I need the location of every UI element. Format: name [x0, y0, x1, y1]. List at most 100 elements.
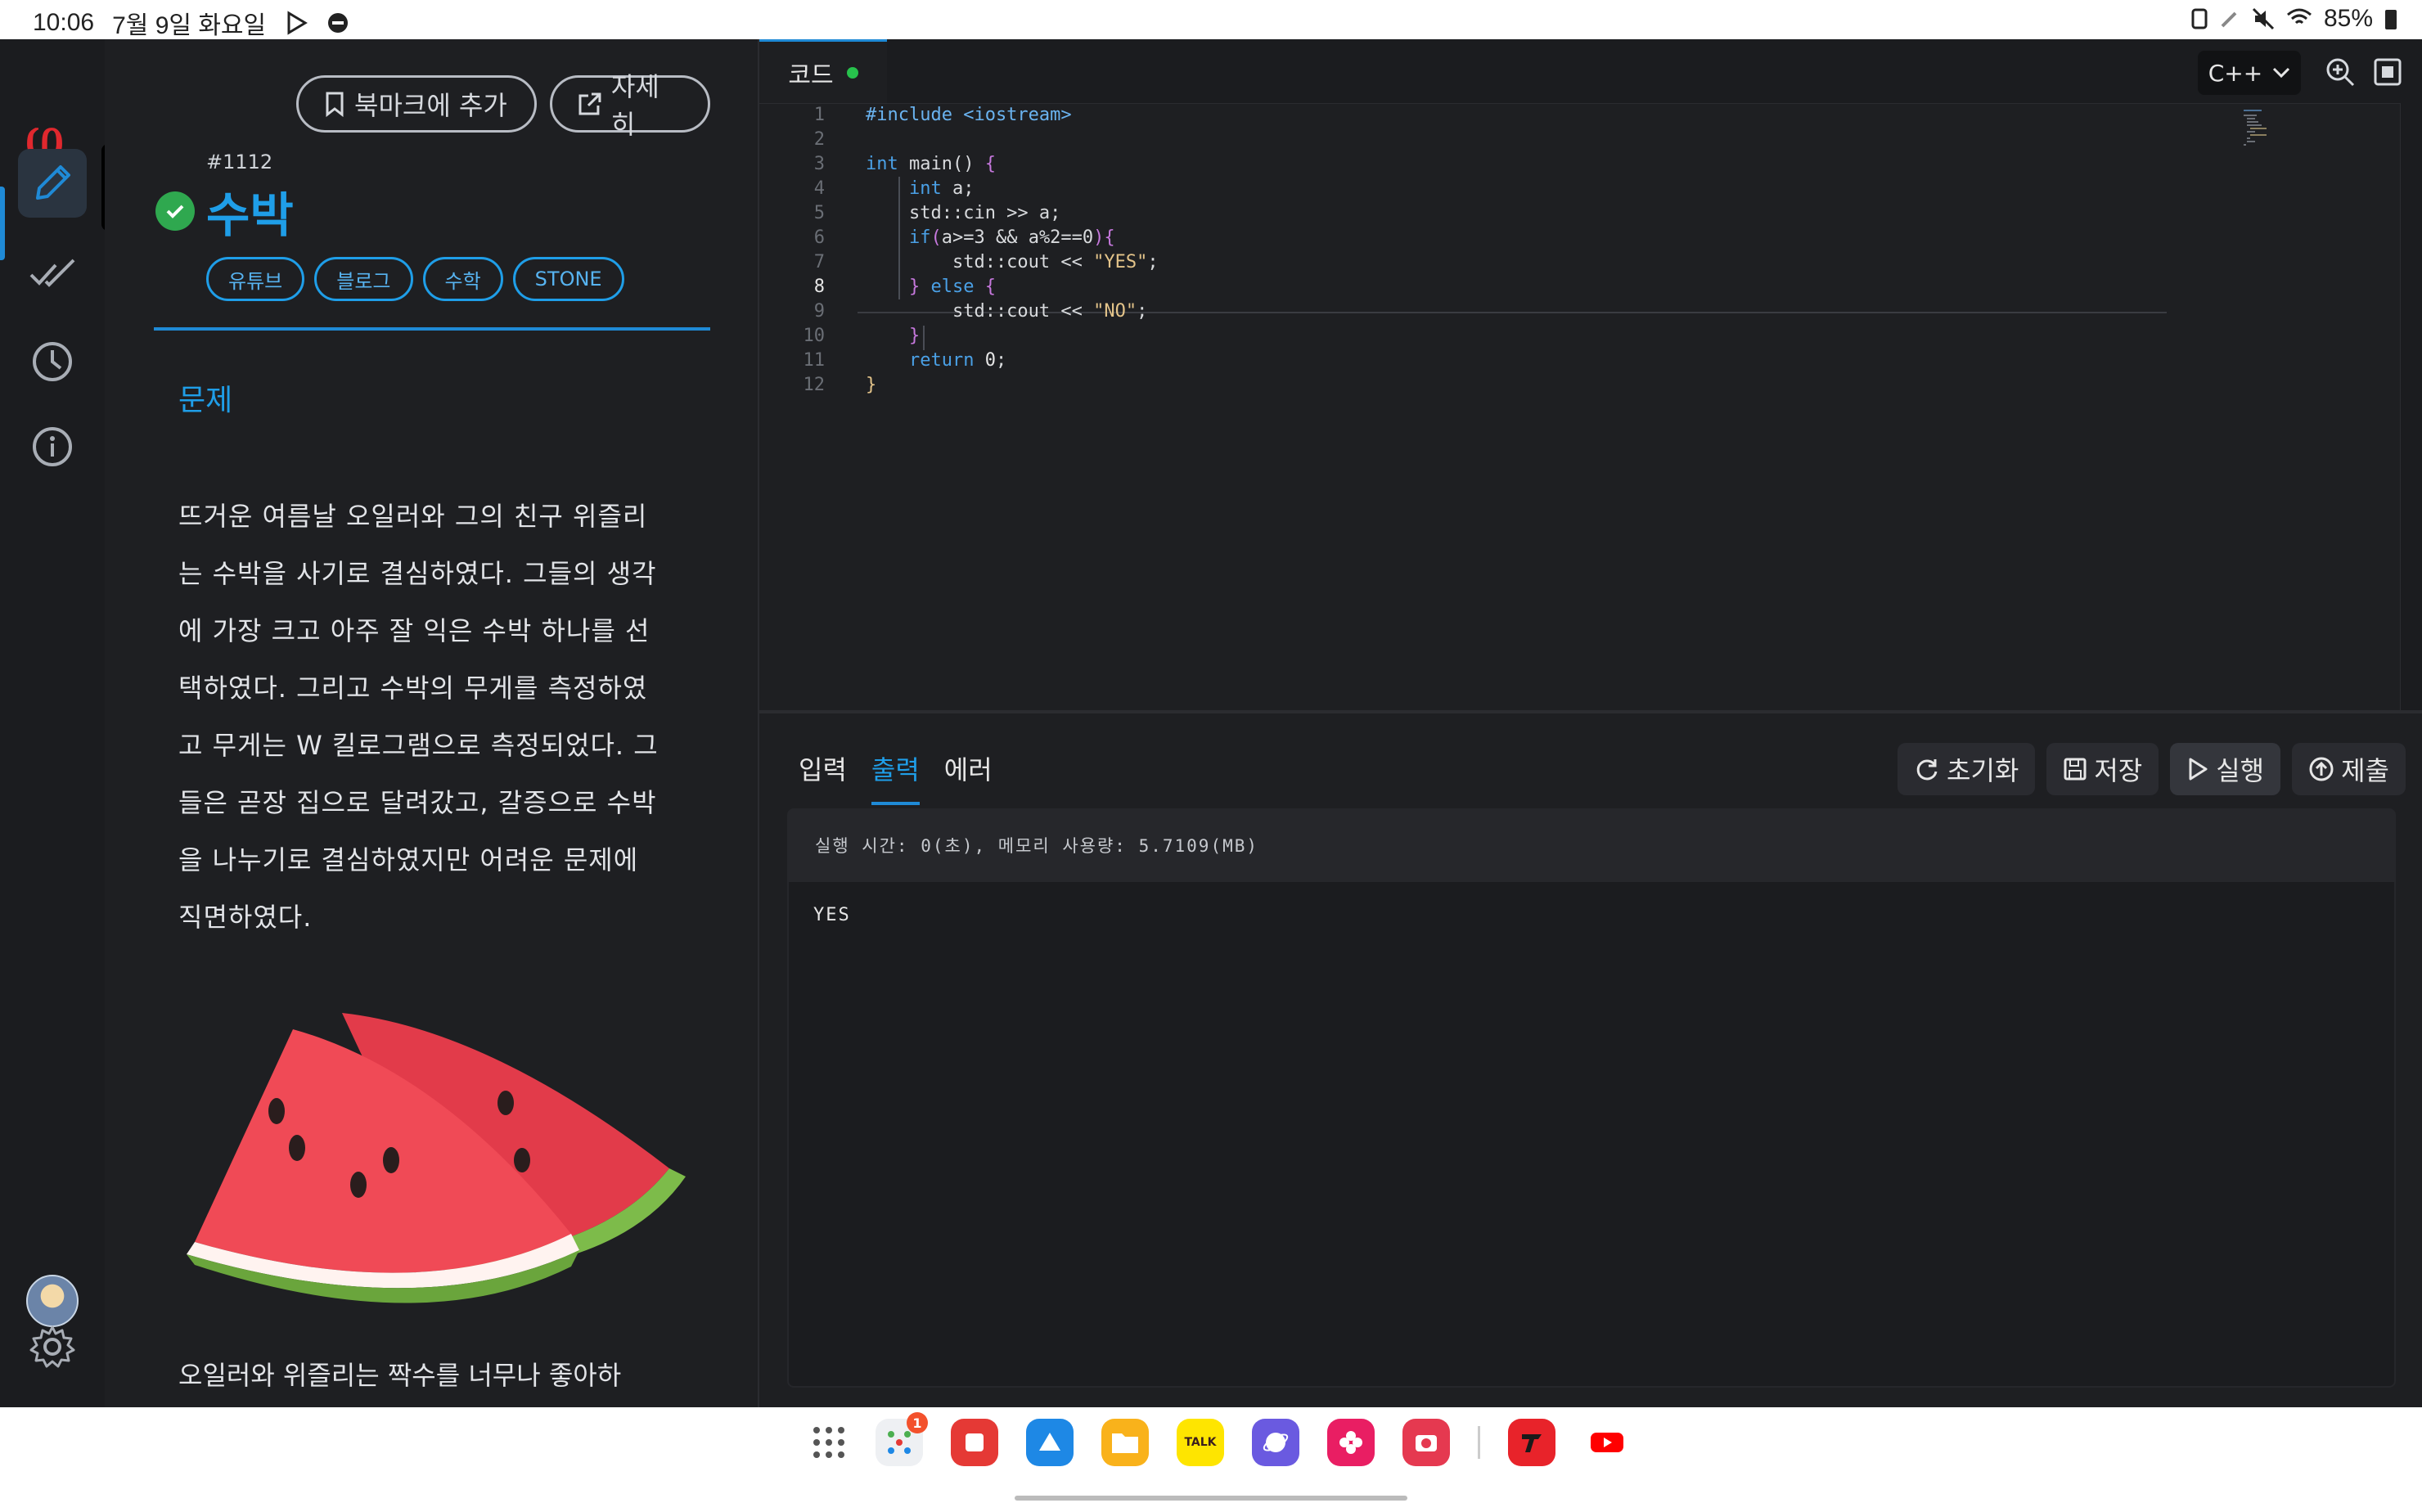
problem-panel: 북마크에 추가 자세히 #1112 수박 유튜브 블로그 수학 STONE 문제… [105, 39, 758, 1407]
pen-icon [2221, 11, 2237, 28]
play-icon [2189, 758, 2208, 781]
chevron-down-icon [2273, 67, 2290, 79]
tag[interactable]: STONE [512, 257, 624, 301]
app-drawer-icon[interactable] [810, 1424, 848, 1461]
sidebar-item-history[interactable] [18, 327, 87, 396]
home-indicator[interactable] [1015, 1496, 1407, 1501]
code-area[interactable]: 1 2 3 4 5 6 7 8 9 10 11 12 #include <ios… [759, 103, 2422, 710]
status-date: 7월 9일 화요일 [112, 12, 267, 39]
run-button[interactable]: 실행 [2170, 743, 2281, 795]
language-select[interactable]: C++ [2198, 51, 2301, 95]
zoom-in-icon[interactable] [2324, 56, 2357, 88]
refresh-icon [1916, 759, 1938, 781]
info-icon [33, 427, 72, 466]
code-lines: #include <iostream> int main() { int a; … [866, 105, 1159, 395]
tag-list: 유튜브 블로그 수학 STONE [206, 257, 624, 301]
notes-app-icon[interactable] [951, 1419, 998, 1466]
battery-percent: 85% [2323, 5, 2373, 32]
code-editor: 코드 C++ 1 2 3 4 5 6 7 8 9 10 11 12 #inclu… [758, 39, 2422, 710]
sidebar-item-problem[interactable] [18, 149, 87, 218]
talk-label: TALK [1184, 1436, 1217, 1449]
bookmark-label: 북마크에 추가 [354, 90, 507, 121]
tab-input[interactable]: 입력 [799, 749, 847, 805]
layout-icon[interactable] [2371, 56, 2404, 88]
action-buttons: 초기화 저장 실행 제출 [1898, 743, 2406, 795]
watermelon-image [187, 1013, 686, 1303]
pencil-icon [36, 165, 70, 200]
youtube-app-icon[interactable] [1583, 1419, 1631, 1466]
tab-code[interactable]: 코드 [759, 39, 887, 103]
output-content[interactable]: YES [787, 882, 2396, 1388]
status-bar: 10:06 7월 9일 화요일 85% [0, 0, 2422, 39]
detail-label: 자세히 [610, 71, 660, 140]
double-check-icon [29, 259, 75, 287]
tab-error[interactable]: 에러 [944, 749, 993, 805]
status-time: 10:06 [33, 9, 95, 36]
reset-button[interactable]: 초기화 [1898, 743, 2036, 795]
dock-separator [1478, 1426, 1480, 1459]
detail-button[interactable]: 자세히 [550, 71, 710, 140]
description-line: 고 무게는 W 킬로그램으로 측정되었다. 그 [178, 730, 659, 761]
mute-icon [2252, 7, 2275, 30]
description-line: 에 가장 크고 아주 잘 익은 수박 하나를 선 [178, 615, 651, 646]
solved-check-icon [155, 191, 195, 231]
description-line: 직면하였다. [178, 902, 313, 933]
taskbar: 1 TALK [0, 1407, 2422, 1512]
description-line: 을 나누기로 결심하였지만 어려운 문제에 [178, 844, 639, 875]
tag[interactable]: 유튜브 [206, 257, 305, 301]
dnd-icon [328, 13, 349, 33]
files-app-icon[interactable] [1101, 1419, 1149, 1466]
sidebar-item-info[interactable] [18, 412, 87, 481]
run-label: 실행 [2216, 755, 2265, 786]
tab-output[interactable]: 출력 [871, 749, 920, 805]
editor-scrollbar[interactable] [2400, 103, 2422, 710]
minimap[interactable] [2244, 108, 2293, 157]
battery-icon [2385, 10, 2397, 29]
line-numbers: 1 2 3 4 5 6 7 8 9 10 11 12 [803, 105, 826, 395]
unsaved-dot-icon [846, 66, 858, 79]
problem-description-continued: 오일러와 위즐리는 짝수를 너무나 좋아하 [178, 1360, 622, 1391]
gallery-app-icon[interactable] [1327, 1419, 1375, 1466]
camera-app-icon[interactable] [1402, 1419, 1450, 1466]
editor-tabbar: 코드 C++ [759, 39, 2422, 104]
submit-button[interactable]: 제출 [2292, 743, 2406, 795]
submit-label: 제출 [2341, 755, 2389, 786]
save-label: 저장 [2094, 755, 2143, 786]
gear-icon [29, 1325, 75, 1368]
problem-description: 뜨거운 여름날 오일러와 그의 친구 위즐리 는 수박을 사기로 결심하였다. … [178, 488, 686, 946]
app-dock: 1 TALK [810, 1412, 1631, 1466]
tab-code-label: 코드 [788, 61, 834, 90]
tag[interactable]: 수학 [422, 257, 503, 301]
divider [154, 327, 710, 331]
bookmark-button[interactable]: 북마크에 추가 [296, 75, 537, 133]
description-line: 뜨거운 여름날 오일러와 그의 친구 위즐리 [178, 501, 648, 532]
history-icon [33, 342, 72, 381]
bookmark-icon [326, 92, 344, 117]
language-value: C++ [2208, 59, 2263, 87]
reset-label: 초기화 [1947, 755, 2019, 786]
settings-button[interactable] [18, 1312, 87, 1381]
recent-apps-icon[interactable]: 1 [876, 1412, 928, 1466]
tag[interactable]: 블로그 [314, 257, 413, 301]
notification-badge: 1 [907, 1412, 928, 1433]
sidebar-item-submissions[interactable] [18, 239, 87, 308]
external-link-icon [578, 92, 601, 115]
wifi-icon [2286, 8, 2312, 25]
kakaotalk-app-icon[interactable]: TALK [1177, 1419, 1224, 1466]
active-indicator [0, 187, 5, 260]
app-t-icon[interactable] [1508, 1419, 1555, 1466]
description-line: 는 수박을 사기로 결심하였다. 그들의 생각 [178, 558, 657, 589]
io-panel: 입력 출력 에러 초기화 저장 실행 제출 실행 시간: 0(초), 메모리 사… [758, 710, 2422, 1411]
problem-number: #1112 [206, 151, 273, 173]
problem-title: 수박 [206, 187, 294, 243]
io-tabs: 입력 출력 에러 [799, 749, 993, 805]
description-line: 들은 곧장 집으로 달려갔고, 갈증으로 수박 [178, 787, 657, 818]
upload-icon [2309, 757, 2334, 781]
execution-info: 실행 시간: 0(초), 메모리 사용량: 5.7109(MB) [787, 808, 2396, 882]
sidebar: φ [0, 39, 106, 1407]
save-button[interactable]: 저장 [2046, 743, 2159, 795]
section-title: 문제 [178, 384, 233, 417]
play-store-icon [287, 11, 308, 35]
internet-app-icon[interactable] [1252, 1419, 1299, 1466]
drive-app-icon[interactable] [1026, 1419, 1074, 1466]
